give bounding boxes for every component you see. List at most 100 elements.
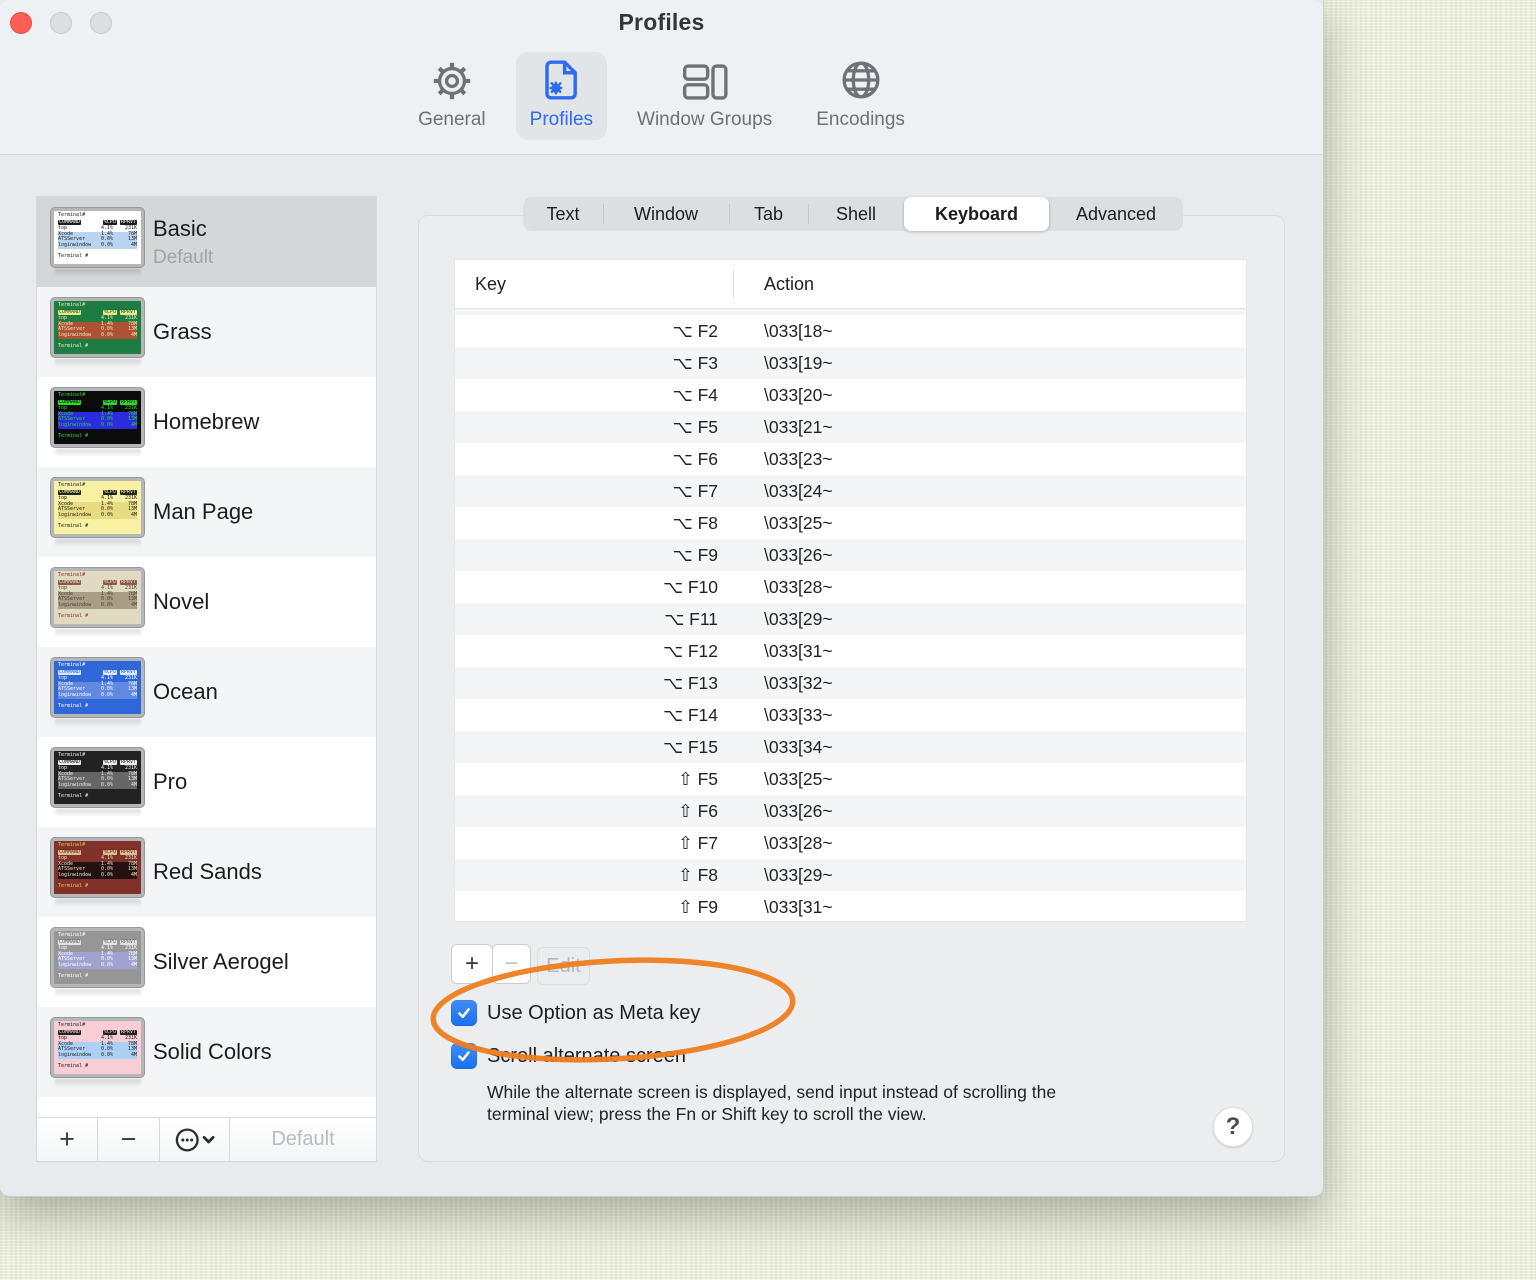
key-mapping-row[interactable]: ⌥ F13 \033[32~ [455, 667, 1246, 699]
thumb-process-row: loginwindow 0.0% 4M [58, 781, 137, 789]
profile-item-homebrew[interactable]: Terminal# COMMAND %CPU RPRVT top 4.1% 231K Xc… [37, 377, 376, 467]
profile-name: Grass [153, 319, 212, 344]
key-mapping-row[interactable]: ⌥ F4 \033[20~ [455, 379, 1246, 411]
thumb-title-line: Terminal# [58, 392, 86, 398]
key-mapping-row[interactable]: ⌥ F11 \033[29~ [455, 603, 1246, 635]
checkbox-checked-icon [451, 1043, 477, 1069]
add-profile-button[interactable]: + [37, 1118, 98, 1161]
key-mapping-row[interactable]: ⌥ F3 \033[19~ [455, 347, 1246, 379]
key-mapping-row[interactable]: ⌥ F6 \033[23~ [455, 443, 1246, 475]
key-mapping-row[interactable]: ⌥ F7 \033[24~ [455, 475, 1246, 507]
use-option-as-meta-key-checkbox[interactable]: Use Option as Meta key [451, 1000, 700, 1026]
thumb-shadow [54, 989, 141, 997]
column-header-key: Key [475, 273, 507, 294]
desktop-background: Profiles General Profiles Window Groups … [0, 0, 1536, 1280]
key-mapping-row[interactable]: ⌥ F5 \033[21~ [455, 411, 1246, 443]
key-mapping-row[interactable]: ⇧ F8 \033[29~ [455, 859, 1246, 891]
profile-thumbnail: Terminal# COMMAND %CPU RPRVT top 4.1% 231K Xc… [51, 478, 144, 547]
profile-item-basic[interactable]: Terminal# COMMAND %CPU RPRVT top 4.1% 231K Xc… [37, 197, 376, 287]
key-mapping-row[interactable]: ⌥ F8 \033[25~ [455, 507, 1246, 539]
tab-keyboard[interactable]: Keyboard [904, 197, 1049, 231]
help-button[interactable]: ? [1213, 1107, 1253, 1147]
profile-name: Homebrew [153, 409, 260, 434]
action-cell: \033[29~ [764, 864, 833, 885]
add-key-mapping-button[interactable]: + [451, 944, 493, 984]
profile-thumbnail: Terminal# COMMAND %CPU RPRVT top 4.1% 231K Xc… [51, 1018, 144, 1087]
toolbar-item-window-groups[interactable]: Window Groups [623, 52, 786, 140]
profile-list: Terminal# COMMAND %CPU RPRVT top 4.1% 231K Xc… [37, 197, 376, 1118]
key-mapping-row[interactable]: ⌥ F12 \033[31~ [455, 635, 1246, 667]
key-mapping-row[interactable]: ⌥ F14 \033[33~ [455, 699, 1246, 731]
toolbar-item-profiles[interactable]: Profiles [515, 52, 608, 140]
profile-item-ocean[interactable]: Terminal# COMMAND %CPU RPRVT top 4.1% 231K Xc… [37, 647, 376, 737]
key-cell: ⌥ F4 [672, 384, 718, 405]
key-cell: ⇧ F6 [678, 800, 718, 821]
thumb-shadow [54, 1079, 141, 1087]
key-mappings-table: Key Action ⌥ F2 \033[18~ ⌥ F3 \033[19~ ⌥… [454, 259, 1247, 922]
tab-label: Shell [835, 203, 877, 224]
tab-shell[interactable]: Shell [808, 197, 904, 231]
profile-item-solid-colors[interactable]: Terminal# COMMAND %CPU RPRVT top 4.1% 231K Xc… [37, 1007, 376, 1097]
key-mapping-row[interactable]: ⇧ F9 \033[31~ [455, 891, 1246, 921]
toolbar-item-general[interactable]: General [404, 52, 500, 140]
key-mapping-row[interactable]: ⇧ F5 \033[25~ [455, 763, 1246, 795]
thumb-process-row: loginwindow 0.0% 4M [58, 871, 137, 879]
action-cell: \033[34~ [764, 736, 833, 757]
key-cell: ⇧ F9 [678, 896, 718, 917]
action-cell: \033[24~ [764, 480, 833, 501]
profile-name: Novel [153, 589, 210, 614]
tab-text[interactable]: Text [523, 197, 603, 231]
key-mapping-row[interactable]: ⌥ F15 \033[34~ [455, 731, 1246, 763]
profile-document-icon [541, 58, 581, 102]
profile-item-novel[interactable]: Terminal# COMMAND %CPU RPRVT top 4.1% 231K Xc… [37, 557, 376, 647]
toolbar: General Profiles Window Groups Encodings [0, 52, 1323, 144]
thumb-title-line: Terminal# [58, 212, 86, 218]
thumb-shadow [54, 809, 141, 817]
checkbox-checked-icon [451, 1000, 477, 1026]
action-cell: \033[23~ [764, 448, 833, 469]
profile-name: Man Page [153, 499, 254, 524]
profile-item-silver-aerogel[interactable]: Terminal# COMMAND %CPU RPRVT top 4.1% 231K Xc… [37, 917, 376, 1007]
thumb-title-line: Terminal# [58, 842, 86, 848]
profile-name: Solid Colors [153, 1039, 272, 1064]
key-mapping-row[interactable]: ⇧ F6 \033[26~ [455, 795, 1246, 827]
profile-item-pro[interactable]: Terminal# COMMAND %CPU RPRVT top 4.1% 231K Xc… [37, 737, 376, 827]
default-profile-button[interactable]: Default [230, 1118, 376, 1161]
globe-icon [839, 58, 883, 102]
key-mapping-row[interactable]: ⌥ F9 \033[26~ [455, 539, 1246, 571]
column-divider [733, 270, 734, 298]
tab-window[interactable]: Window [603, 197, 729, 231]
key-cell: ⌥ F11 [664, 608, 718, 629]
keyboard-settings-panel: Key Action ⌥ F2 \033[18~ ⌥ F3 \033[19~ ⌥… [418, 215, 1285, 1162]
tab-label: Tab [753, 203, 784, 224]
key-mapping-row[interactable]: ⇧ F7 \033[28~ [455, 827, 1246, 859]
toolbar-item-encodings[interactable]: Encodings [802, 52, 919, 140]
thumb-shadow [54, 449, 141, 457]
profile-actions-menu-button[interactable] [160, 1118, 230, 1161]
table-body: ⌥ F2 \033[18~ ⌥ F3 \033[19~ ⌥ F4 \033[20… [455, 309, 1246, 921]
profile-thumbnail: Terminal# COMMAND %CPU RPRVT top 4.1% 231K Xc… [51, 838, 144, 907]
thumb-prompt-line: Terminal # [58, 522, 89, 529]
tab-advanced[interactable]: Advanced [1049, 197, 1183, 231]
thumb-process-row: loginwindow 0.0% 4M [58, 691, 137, 699]
key-mapping-row[interactable]: ⌥ F10 \033[28~ [455, 571, 1246, 603]
thumb-prompt-line: Terminal # [58, 702, 89, 709]
key-cell: ⌥ F7 [672, 480, 718, 501]
profile-item-grass[interactable]: Terminal# COMMAND %CPU RPRVT top 4.1% 231K Xc… [37, 287, 376, 377]
thumb-shadow [54, 269, 141, 277]
profile-item-red-sands[interactable]: Terminal# COMMAND %CPU RPRVT top 4.1% 231K Xc… [37, 827, 376, 917]
toolbar-label: Profiles [529, 109, 594, 130]
tab-tab[interactable]: Tab [729, 197, 808, 231]
key-mapping-row[interactable]: ⌥ F2 \033[18~ [455, 315, 1246, 347]
profile-name: Ocean [153, 679, 218, 704]
edit-key-mapping-button[interactable]: Edit [537, 947, 590, 985]
action-cell: \033[31~ [764, 896, 833, 917]
thumb-process-row: loginwindow 0.0% 4M [58, 1051, 137, 1059]
table-header: Key Action [455, 260, 1246, 309]
profile-item-man-page[interactable]: Terminal# COMMAND %CPU RPRVT top 4.1% 231K Xc… [37, 467, 376, 557]
remove-key-mapping-button[interactable]: − [492, 944, 531, 984]
scroll-alternate-screen-checkbox[interactable]: Scroll alternate screen [451, 1043, 686, 1069]
thumb-shadow [54, 719, 141, 727]
action-cell: \033[26~ [764, 800, 833, 821]
remove-profile-button[interactable]: − [98, 1118, 160, 1161]
